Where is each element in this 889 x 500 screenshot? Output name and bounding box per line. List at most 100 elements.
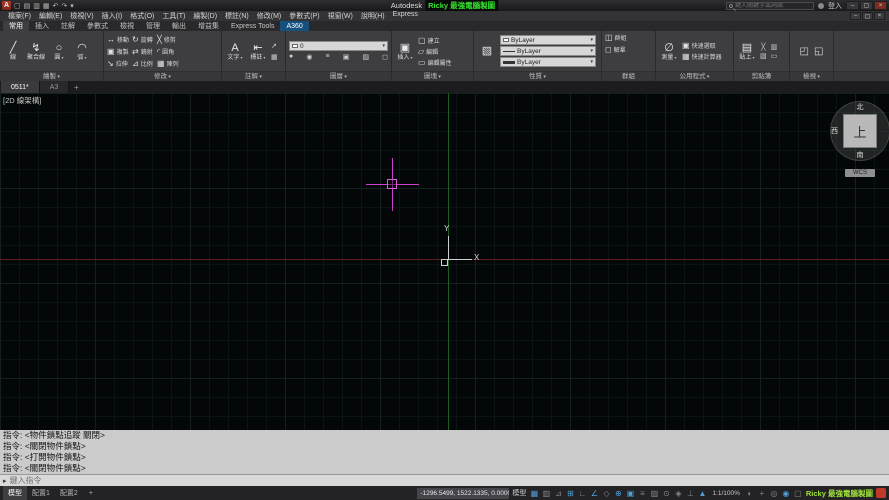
insert-block-button[interactable]: ▣ 插入	[395, 42, 415, 61]
layer-off-icon[interactable]: ◻	[382, 53, 388, 61]
grid-toggle[interactable]: ▦	[529, 488, 539, 499]
rotate-button[interactable]: ↻旋轉	[132, 33, 154, 45]
menu-item[interactable]: 工具(T)	[158, 11, 189, 21]
dimension-button[interactable]: ⇤ 標註	[248, 42, 268, 61]
coordinates-readout[interactable]: -1296.5499, 1522.1335, 0.0000	[417, 488, 509, 499]
ribbon-tab-manage[interactable]: 管理	[140, 21, 166, 31]
ribbon-tab-addins[interactable]: 增益集	[192, 21, 225, 31]
viewcube[interactable]: 北 西 南 上	[830, 101, 889, 161]
ribbon-tab-output[interactable]: 輸出	[166, 21, 192, 31]
isolate-objects-toggle[interactable]: ◎	[769, 488, 779, 499]
copy-button[interactable]: ▣複製	[107, 45, 129, 57]
menu-item[interactable]: 插入(I)	[98, 11, 127, 21]
signin-button[interactable]: 登入	[828, 1, 842, 11]
menu-item[interactable]: 檔案(F)	[4, 11, 35, 21]
menu-item[interactable]: 說明(H)	[357, 11, 389, 21]
new-layout-button[interactable]: +	[86, 490, 96, 497]
measure-button[interactable]: ∅ 測量	[659, 42, 679, 61]
fillet-button[interactable]: ◜圓角	[157, 45, 179, 57]
save-icon[interactable]: ▥	[33, 2, 40, 10]
command-input[interactable]	[10, 476, 889, 485]
dynamic-input-toggle[interactable]: ⊞	[565, 488, 575, 499]
minimize-button[interactable]: –	[846, 1, 859, 10]
match-properties-button[interactable]: ▧	[477, 45, 497, 57]
ribbon-tab-a360[interactable]: A360	[280, 21, 308, 31]
lineweight-toggle[interactable]: ≡	[637, 488, 647, 499]
layer-freeze-icon[interactable]: ◉	[306, 53, 312, 61]
doc-restore-button[interactable]: ▢	[862, 12, 873, 20]
linetype-combo[interactable]: ByLayer ▾	[500, 46, 596, 56]
wcs-dropdown[interactable]: WCS	[845, 169, 875, 177]
create-block-button[interactable]: ▢建立	[418, 35, 452, 45]
ribbon-tab-view[interactable]: 檢視	[114, 21, 140, 31]
ribbon-tab-parametric[interactable]: 參數式	[81, 21, 114, 31]
layout-tab-model[interactable]: 模型	[3, 486, 27, 500]
panel-label-modify[interactable]: 修改	[104, 71, 221, 81]
search-input[interactable]	[735, 3, 811, 9]
paste-special-icon[interactable]: ▧	[760, 52, 767, 60]
ribbon-tab-express-tools[interactable]: Express Tools	[225, 21, 280, 31]
panel-label-draw[interactable]: 繪製	[0, 71, 103, 81]
layer-lock-icon[interactable]: ▣	[343, 53, 350, 61]
trim-button[interactable]: ╳修剪	[157, 33, 179, 45]
viewcube-top-face[interactable]: 上	[843, 114, 877, 148]
isometric-drafting-toggle[interactable]: ◇	[601, 488, 611, 499]
cut-icon[interactable]: ╳	[760, 43, 767, 51]
layer-combo[interactable]: 0 ▾	[289, 41, 388, 51]
panel-label-annotation[interactable]: 註解	[222, 71, 285, 81]
dynamic-ucs-toggle[interactable]: ⊥	[685, 488, 695, 499]
scale-button[interactable]: ⊿比例	[132, 57, 154, 69]
polyline-button[interactable]: ↯ 聚合線	[26, 42, 46, 61]
table-icon[interactable]: ▦	[271, 53, 278, 61]
menu-item[interactable]: 編輯(E)	[35, 11, 66, 21]
layer-properties-icon[interactable]: ≡	[326, 53, 330, 61]
qat-dropdown-icon[interactable]: ▾	[70, 2, 74, 10]
redo-icon[interactable]: ↷	[61, 2, 67, 10]
lineweight-combo[interactable]: ByLayer ▾	[500, 57, 596, 67]
menu-item[interactable]: 格式(O)	[126, 11, 158, 21]
text-button[interactable]: A 文字	[225, 42, 245, 61]
plot-icon[interactable]: ▦	[43, 2, 50, 10]
array-button[interactable]: ▦陣列	[157, 57, 179, 69]
panel-label-groups[interactable]: 群組	[602, 71, 655, 81]
new-file-icon[interactable]: ▢	[14, 2, 21, 10]
ribbon-tab-annotate[interactable]: 註解	[55, 21, 81, 31]
annotation-visibility-toggle[interactable]: ▲	[697, 488, 707, 499]
line-button[interactable]: ╱ 線	[3, 42, 23, 61]
move-button[interactable]: ↔移動	[107, 33, 129, 45]
infer-constraints-toggle[interactable]: ⊿	[553, 488, 563, 499]
viewcube-south-label[interactable]: 南	[857, 150, 864, 160]
layout-tab-layout2[interactable]: 配置2	[55, 486, 83, 500]
viewcube-north-label[interactable]: 北	[857, 102, 864, 112]
object-snap-tracking-toggle[interactable]: ⊕	[613, 488, 623, 499]
selection-cycling-toggle[interactable]: ⊙	[661, 488, 671, 499]
leader-icon[interactable]: ↗	[271, 42, 278, 50]
panel-label-view[interactable]: 檢視	[790, 71, 833, 81]
stretch-button[interactable]: ↘拉伸	[107, 57, 129, 69]
paste-button[interactable]: ▤ 貼上	[737, 42, 757, 61]
annotation-monitor-toggle[interactable]: +	[757, 488, 767, 499]
menu-item[interactable]: 檢視(V)	[66, 11, 97, 21]
ribbon-tab-insert[interactable]: 插入	[29, 21, 55, 31]
menu-item[interactable]: 修改(M)	[253, 11, 286, 21]
viewport-controls[interactable]: [2D 線架構]	[3, 95, 41, 106]
circle-button[interactable]: ○ 圓	[49, 42, 69, 61]
group-button[interactable]: ◫群組	[605, 32, 627, 42]
maximize-button[interactable]: ▢	[860, 1, 873, 10]
menu-item[interactable]: 參數式(P)	[285, 11, 323, 21]
ribbon-tab-home[interactable]: 常用	[3, 21, 29, 31]
panel-label-layers[interactable]: 圖層	[286, 71, 391, 81]
menu-item[interactable]: 標註(N)	[221, 11, 253, 21]
panel-label-utilities[interactable]: 公用程式	[656, 71, 733, 81]
quick-select-button[interactable]: ▣快速選取	[682, 41, 722, 51]
ortho-toggle[interactable]: ∟	[577, 488, 587, 499]
panel-label-block[interactable]: 圖塊	[392, 71, 473, 81]
viewcube-west-label[interactable]: 西	[831, 126, 838, 136]
3d-object-snap-toggle[interactable]: ◈	[673, 488, 683, 499]
new-drawing-tab-button[interactable]: +	[69, 81, 83, 93]
workspace-switching-toggle[interactable]: ◐	[745, 488, 755, 499]
mirror-button[interactable]: ⇄鏡射	[132, 45, 154, 57]
annotation-scale-button[interactable]: 1:1/100%	[710, 490, 741, 497]
clean-screen-toggle[interactable]: ▢	[793, 488, 803, 499]
doc-close-button[interactable]: ×	[874, 12, 885, 20]
